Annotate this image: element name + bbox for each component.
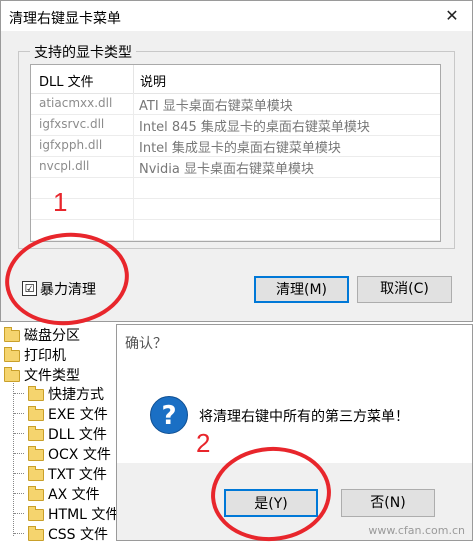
tree-item-ocx[interactable]: OCX 文件 xyxy=(28,444,111,464)
clean-button[interactable]: 清理(M) xyxy=(254,276,349,303)
folder-icon xyxy=(28,466,44,481)
row-desc: Nvidia 显卡桌面右键菜单模块 xyxy=(139,162,314,177)
tree-guide-line xyxy=(14,393,24,394)
tree-item-label: 快捷方式 xyxy=(48,387,104,403)
tree-item-label: CSS 文件 xyxy=(48,527,108,541)
tree-item-label: 文件类型 xyxy=(24,368,80,384)
tree-panel: 磁盘分区 打印机 文件类型 快捷方式 EXE 文件 DLL 文件 OCX 文件 … xyxy=(0,322,118,541)
folder-icon xyxy=(4,347,20,362)
close-icon[interactable]: ✕ xyxy=(432,1,472,31)
tree-item-exe[interactable]: EXE 文件 xyxy=(28,404,108,424)
watermark: www.cfan.com.cn xyxy=(368,524,465,537)
tree-guide-line xyxy=(13,376,14,536)
row-dll: igfxsrvc.dll xyxy=(39,117,105,131)
tree-guide-line xyxy=(14,453,24,454)
empty-row xyxy=(31,199,440,220)
table-row[interactable]: atiacmxx.dll ATI 显卡桌面右键菜单模块 xyxy=(31,94,440,115)
row-dll: igfxpph.dll xyxy=(39,138,103,152)
folder-icon xyxy=(28,486,44,501)
annotation-number: 2 xyxy=(196,428,211,458)
column-desc[interactable]: 说明 xyxy=(140,71,166,90)
tree-guide-line xyxy=(14,533,24,534)
folder-icon xyxy=(28,406,44,421)
folder-icon xyxy=(4,327,20,342)
tree-item-label: HTML 文件 xyxy=(48,507,118,523)
question-icon: ? xyxy=(150,396,188,434)
tree-item-file-types[interactable]: 文件类型 xyxy=(4,365,80,385)
tree-item-html[interactable]: HTML 文件 xyxy=(28,504,118,524)
no-button[interactable]: 否(N) xyxy=(341,489,435,517)
tree-item-printer[interactable]: 打印机 xyxy=(4,345,66,365)
annotation-number: 1 xyxy=(53,187,68,217)
list-header: DLL 文件 说明 xyxy=(31,65,440,94)
folder-icon xyxy=(28,526,44,541)
row-dll: atiacmxx.dll xyxy=(39,96,113,110)
dialog-title: 清理右键显卡菜单 xyxy=(9,11,121,27)
tree-guide-line xyxy=(14,433,24,434)
gpu-list[interactable]: DLL 文件 说明 atiacmxx.dll ATI 显卡桌面右键菜单模块 ig… xyxy=(30,64,441,242)
table-row[interactable]: igfxsrvc.dll Intel 845 集成显卡的桌面右键菜单模块 xyxy=(31,115,440,136)
tree-guide-line xyxy=(14,413,24,414)
tree-item-ax[interactable]: AX 文件 xyxy=(28,484,100,504)
table-row[interactable]: nvcpl.dll Nvidia 显卡桌面右键菜单模块 xyxy=(31,157,440,178)
table-row[interactable]: igfxpph.dll Intel 集成显卡的桌面右键菜单模块 xyxy=(31,136,440,157)
row-desc: ATI 显卡桌面右键菜单模块 xyxy=(139,99,293,114)
tree-item-shortcut[interactable]: 快捷方式 xyxy=(28,384,104,404)
tree-item-label: 打印机 xyxy=(24,348,66,364)
tree-item-label: TXT 文件 xyxy=(48,467,107,483)
folder-icon xyxy=(28,386,44,401)
tree-item-label: OCX 文件 xyxy=(48,447,111,463)
confirm-title: 确认？ xyxy=(125,336,167,352)
tree-guide-line xyxy=(14,513,24,514)
tree-item-dll[interactable]: DLL 文件 xyxy=(28,424,107,444)
tree-item-label: AX 文件 xyxy=(48,487,100,503)
cancel-button[interactable]: 取消(C) xyxy=(357,276,452,303)
group-title: 支持的显卡类型 xyxy=(30,42,136,62)
tree-guide-line xyxy=(14,493,24,494)
titlebar: 清理右键显卡菜单 ✕ xyxy=(1,1,472,31)
header-divider xyxy=(133,65,134,93)
tree-guide-line xyxy=(14,473,24,474)
tree-item-css[interactable]: CSS 文件 xyxy=(28,524,108,541)
column-dll[interactable]: DLL 文件 xyxy=(39,71,94,90)
row-desc: Intel 集成显卡的桌面右键菜单模块 xyxy=(139,141,341,156)
folder-icon xyxy=(28,506,44,521)
folder-icon xyxy=(28,446,44,461)
row-desc: Intel 845 集成显卡的桌面右键菜单模块 xyxy=(139,120,370,135)
row-dll: nvcpl.dll xyxy=(39,159,90,173)
folder-icon xyxy=(4,367,20,382)
tree-item-label: DLL 文件 xyxy=(48,427,107,443)
tree-item-disk[interactable]: 磁盘分区 xyxy=(4,325,80,345)
empty-row xyxy=(31,178,440,199)
tree-item-txt[interactable]: TXT 文件 xyxy=(28,464,107,484)
folder-icon xyxy=(28,426,44,441)
tree-item-label: EXE 文件 xyxy=(48,407,108,423)
confirm-message: 将清理右键中所有的第三方菜单！ xyxy=(199,409,409,425)
tree-item-label: 磁盘分区 xyxy=(24,328,80,344)
